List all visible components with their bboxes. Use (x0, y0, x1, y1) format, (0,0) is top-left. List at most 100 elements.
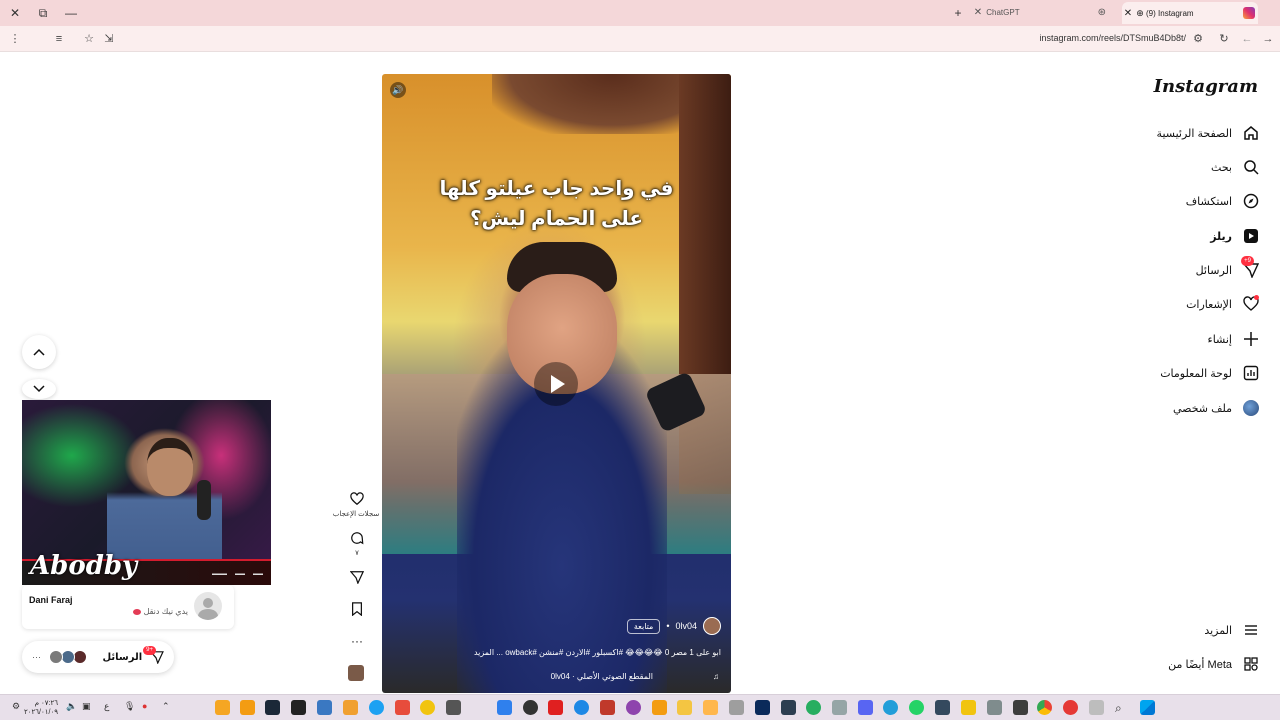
comment-button[interactable] (348, 529, 366, 547)
taskbar-app-icon[interactable] (961, 700, 976, 715)
site-settings-icon[interactable]: ⚙ (1189, 30, 1207, 48)
nav-dashboard[interactable]: لوحة المعلومات (1160, 361, 1260, 385)
nav-more[interactable]: المزيد (1204, 618, 1260, 642)
likes-label[interactable]: سجلات الإعجاب (328, 510, 384, 518)
network-icon[interactable]: ▣ (82, 701, 91, 712)
nav-home[interactable]: الصفحة الرئيسية (1157, 121, 1260, 145)
instagram-logo[interactable]: Instagram (1154, 76, 1258, 97)
file-explorer-icon[interactable] (677, 700, 692, 715)
messages-floating-button[interactable]: الرسائل ··· +9 (22, 641, 174, 673)
new-tab-icon[interactable]: + (949, 4, 967, 22)
close-tab-icon[interactable]: ✕ (1122, 3, 1134, 25)
close-window-icon[interactable]: ✕ (6, 4, 24, 22)
restore-window-icon[interactable]: ⧉ (34, 4, 52, 22)
taskbar-app-icon[interactable] (548, 700, 563, 715)
taskbar-app-icon[interactable] (626, 700, 641, 715)
like-button[interactable] (348, 490, 366, 508)
bookmark-star-icon[interactable]: ☆ (80, 30, 98, 48)
whatsapp-icon[interactable] (909, 700, 924, 715)
nav-notifications[interactable]: الإشعارات (1186, 292, 1260, 316)
mic-icon[interactable]: 🎙 (124, 701, 135, 712)
taskbar-app-icon[interactable] (420, 700, 435, 715)
previous-reel-button[interactable] (22, 335, 56, 369)
taskbar-clock[interactable]: ٠٧:٢٦ م ٢٠٢٦/٠١/٠٩ (24, 699, 58, 717)
nav-reels[interactable]: ريلز (1210, 224, 1260, 248)
taskbar-app-icon[interactable] (369, 700, 384, 715)
photoshop-icon[interactable] (755, 700, 770, 715)
nav-messages[interactable]: الرسائل +9 (1196, 256, 1260, 282)
taskbar-app-icon[interactable] (652, 700, 667, 715)
reel-audio[interactable]: ♫ المقطع الصوتي الأصلي · 0lv04 (551, 672, 719, 681)
taskbar-app-icon[interactable] (215, 700, 230, 715)
menu-dots-icon[interactable]: ⋮ (6, 30, 24, 48)
windows-start-icon[interactable] (1140, 700, 1155, 715)
message-notification-card[interactable]: Dani Faraj يدي نيك دنقل (22, 585, 234, 629)
settings-gear-icon[interactable]: ⚙ (12, 701, 20, 712)
url-field[interactable]: instagram.com/reels/DTSmuB4Db8t/ (1039, 33, 1186, 43)
language-indicator[interactable]: ع (104, 701, 109, 712)
volume-icon[interactable]: 🔊 (390, 82, 406, 98)
nav-search[interactable]: بحث (1211, 155, 1260, 179)
taskbar-app-icon[interactable] (497, 700, 512, 715)
audio-label: المقطع الصوتي الأصلي · 0lv04 (550, 672, 653, 681)
reel-caption[interactable]: ابو على 1 مصر 0 😂😂😂😂 #اكسبلور #الاردن #م… (474, 648, 721, 657)
back-icon[interactable]: → (1259, 30, 1277, 48)
author-avatar[interactable] (703, 617, 721, 635)
clock-time: ٠٧:٢٦ م (34, 700, 58, 707)
telegram-icon[interactable] (883, 700, 898, 715)
taskbar-app-icon[interactable] (343, 700, 358, 715)
tab-instagram[interactable]: ✕ ⊕ (9) Instagram (1122, 2, 1258, 24)
play-icon[interactable] (534, 362, 578, 406)
tray-chevron-up-icon[interactable]: ⌃ (162, 701, 170, 712)
taskbar-app-icon[interactable] (1089, 700, 1104, 715)
share-button[interactable] (348, 568, 366, 586)
taskbar-app-icon[interactable] (832, 700, 847, 715)
separator-dot: • (666, 621, 670, 631)
tray-app-icon[interactable]: ● (142, 701, 147, 711)
taskbar-app-icon[interactable] (935, 700, 950, 715)
taskbar-app-icon[interactable] (291, 700, 306, 715)
save-button[interactable] (348, 600, 366, 618)
contact-avatar (60, 650, 75, 664)
volume-icon[interactable]: 🔈 (66, 701, 77, 712)
opera-icon[interactable] (1063, 700, 1078, 715)
next-reel-button[interactable] (22, 379, 56, 399)
streamer-name: Abodby (30, 551, 138, 581)
taskbar-app-icon[interactable] (523, 700, 538, 715)
install-app-icon[interactable]: ⇲ (100, 30, 118, 48)
more-options-icon[interactable]: ··· (348, 632, 366, 650)
taskbar-app-icon[interactable] (781, 700, 796, 715)
taskbar-app-icon[interactable] (446, 700, 461, 715)
taskbar-app-icon[interactable] (703, 700, 718, 715)
taskbar-app-icon[interactable] (317, 700, 332, 715)
reading-list-icon[interactable]: ≡ (50, 30, 68, 48)
reload-icon[interactable]: ↻ (1215, 30, 1233, 48)
reel-overlay-text: في واحد جاب عيلتو كلها على الحمام ليش؟ (382, 174, 731, 234)
steam-icon[interactable] (265, 700, 280, 715)
taskbar-app-icon[interactable] (806, 700, 821, 715)
taskbar-app-icon[interactable] (600, 700, 615, 715)
taskbar-app-icon[interactable] (395, 700, 410, 715)
taskbar-app-icon[interactable] (240, 700, 255, 715)
chrome-icon[interactable] (1037, 700, 1052, 715)
taskbar-app-icon[interactable] (729, 700, 744, 715)
nav-create[interactable]: إنشاء (1208, 327, 1260, 351)
nav-profile[interactable]: ملف شخصي (1173, 396, 1260, 420)
heart-icon (132, 608, 141, 615)
nav-explore[interactable]: استكشاف (1186, 189, 1260, 213)
tab-chatgpt[interactable]: ✕ ChatGPT ⊛ (972, 2, 1122, 24)
close-tab-icon[interactable]: ✕ (972, 2, 984, 24)
minimize-window-icon[interactable]: — (62, 4, 80, 22)
profile-avatar-icon (1242, 399, 1260, 417)
follow-button[interactable]: متابعة (626, 618, 661, 634)
audio-thumbnail[interactable] (348, 665, 364, 681)
forward-icon[interactable]: ← (1238, 30, 1256, 48)
taskbar-app-icon[interactable] (987, 700, 1002, 715)
reel-video[interactable]: في واحد جاب عيلتو كلها على الحمام ليش؟ 🔊… (382, 74, 731, 693)
taskbar-app-icon[interactable] (1013, 700, 1028, 715)
discord-icon[interactable] (858, 700, 873, 715)
search-icon[interactable]: ⌕ (1115, 701, 1122, 716)
nav-also-from-meta[interactable]: أيضًا من Meta (1168, 652, 1260, 676)
taskbar-app-icon[interactable] (574, 700, 589, 715)
author-username[interactable]: 0lv04 (675, 621, 697, 631)
